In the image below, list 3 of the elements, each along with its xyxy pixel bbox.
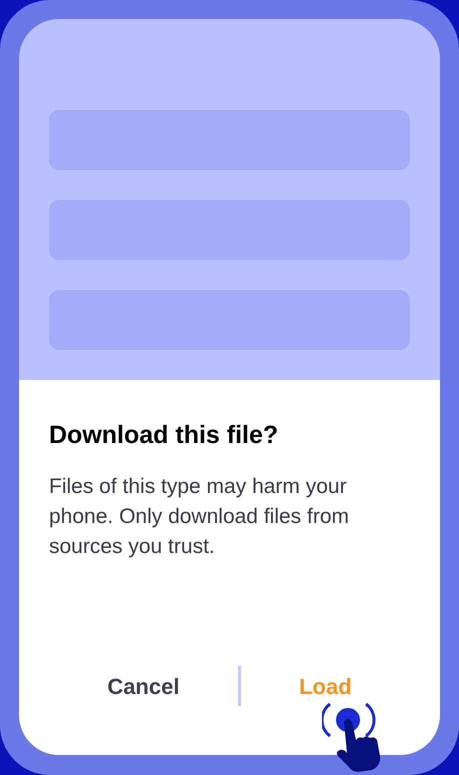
- dialog-message: Files of this type may harm your phone. Only download files from sources you trust.: [49, 474, 350, 560]
- cancel-button[interactable]: Cancel: [97, 666, 190, 706]
- dialog-title: Download this file?: [49, 420, 280, 450]
